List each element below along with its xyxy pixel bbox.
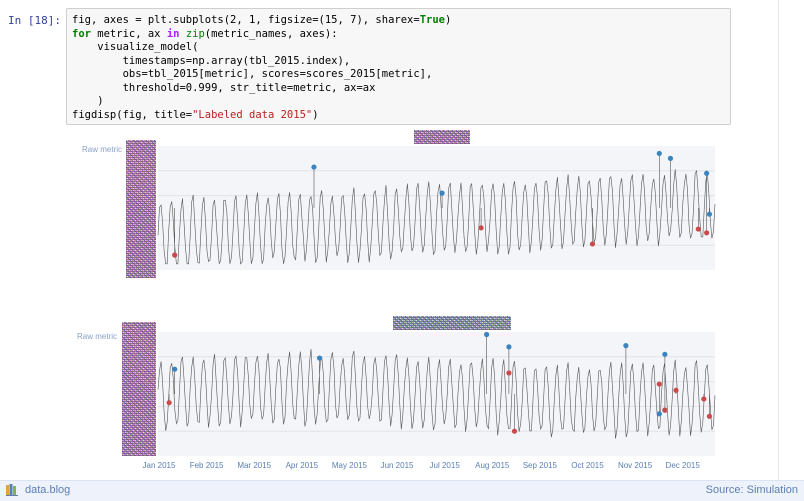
anomaly-point-high <box>662 351 668 357</box>
plot-background <box>158 146 715 270</box>
anomaly-point-low <box>704 230 710 236</box>
books-icon <box>6 484 18 496</box>
anomaly-point-low <box>589 241 596 247</box>
anomaly-point-high <box>704 170 710 176</box>
anomaly-point-high <box>484 331 490 338</box>
anomaly-point-low <box>701 396 707 402</box>
x-tick-label: Mar 2015 <box>237 461 271 470</box>
brand[interactable]: data.blog <box>6 484 70 496</box>
x-tick-label: Jun 2015 <box>381 461 414 470</box>
anomaly-point-high <box>316 355 323 361</box>
figure: Jan 2015 Feb 2015 Mar 2015 Apr 2015 May 2015… <box>143 146 716 470</box>
x-tick-label: May 2015 <box>332 461 368 470</box>
notebook-cell: In [18]: fig, axes = plt.subplots(2, 1, … <box>0 0 779 480</box>
anomaly-point-high <box>311 164 317 170</box>
anomaly-point-low <box>511 428 518 434</box>
x-tick-label: Apr 2015 <box>286 461 319 470</box>
footer-bar: data.blog Source: Simulation <box>0 480 804 501</box>
x-tick-label: Jul 2015 <box>430 461 461 470</box>
anomaly-point-high <box>506 344 512 350</box>
anomaly-point-low <box>706 413 713 419</box>
x-tick-label: Sep 2015 <box>523 461 558 470</box>
anomaly-point-low <box>166 400 172 406</box>
anomaly-point-low <box>506 370 512 376</box>
x-tick-label: Dec 2015 <box>666 461 701 470</box>
anomaly-point-high <box>706 211 713 217</box>
anomaly-point-high <box>439 190 445 196</box>
x-tick-label: Nov 2015 <box>618 461 653 470</box>
anomaly-point-high <box>667 155 674 161</box>
x-tick-label: Oct 2015 <box>571 461 604 470</box>
anomaly-point-low <box>695 226 701 232</box>
anomaly-point-low <box>656 381 662 387</box>
anomaly-point-high <box>656 411 662 417</box>
anomaly-point-high <box>656 150 662 157</box>
x-tick-label: Feb 2015 <box>190 461 224 470</box>
anomaly-point-high <box>172 366 178 372</box>
anomaly-point-high <box>623 343 629 349</box>
anomaly-point-low <box>662 407 668 413</box>
x-tick-label: Aug 2015 <box>475 461 510 470</box>
brand-label: data.blog <box>25 484 71 496</box>
anomaly-point-low <box>673 387 679 393</box>
anomaly-point-low <box>478 225 484 231</box>
anomaly-point-low <box>172 252 178 258</box>
x-tick-label: Jan 2015 <box>143 461 176 470</box>
source-note: Source: Simulation <box>705 484 798 496</box>
